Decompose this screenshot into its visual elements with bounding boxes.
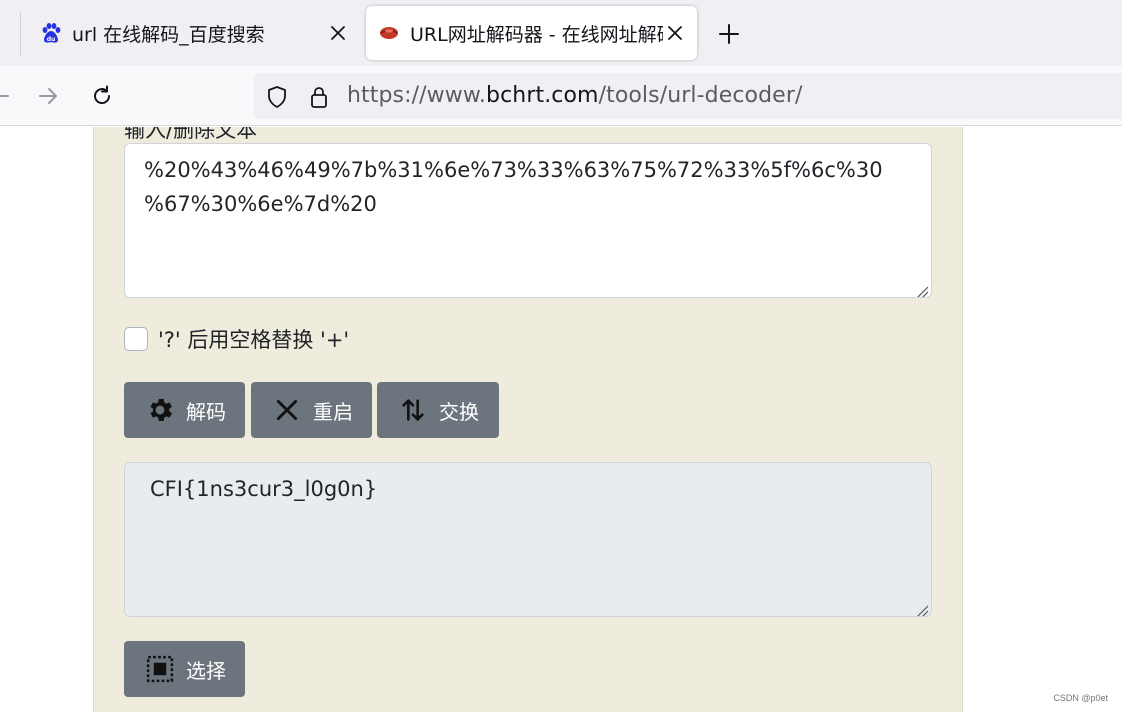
close-x-icon [271,394,303,426]
reset-button[interactable]: 重启 [251,382,372,438]
gear-icon [144,394,176,426]
resize-grip-icon[interactable] [911,277,929,297]
select-button[interactable]: 选择 [124,641,245,697]
close-tab-icon[interactable] [326,21,350,45]
output-text: CFI{1ns3cur3_l0g0n} [150,477,378,501]
space-replace-option[interactable]: '?' 后用空格替换 '+' [124,325,349,353]
page-content: 输入/删除文本 %20%43%46%49%7b%31%6e%73%33%63%7… [0,127,1122,712]
checkbox-label: '?' 后用空格替换 '+' [158,328,350,352]
tab-separator [20,12,21,56]
swap-label: 交换 [439,399,479,424]
url-domain: bchrt.com [486,83,599,108]
watermark: CSDN @p0et [1053,693,1108,703]
tab-baidu-search[interactable]: du url 在线解码_百度搜索 [24,6,360,60]
baidu-paw-icon: du [40,22,62,44]
swap-arrows-icon [397,394,429,426]
tab-url-decoder[interactable]: URL网址解码器 - 在线网址解码 [366,6,697,60]
url-text[interactable]: https://www.bchrt.com/tools/url-decoder/ [347,83,802,108]
tab-title: url 在线解码_百度搜索 [72,23,265,46]
tracking-shield-icon[interactable] [264,84,290,110]
reload-icon[interactable] [88,82,116,110]
address-bar[interactable]: https://www.bchrt.com/tools/url-decoder/ [254,73,1122,119]
select-label: 选择 [186,658,226,683]
decode-button[interactable]: 解码 [124,382,245,438]
url-path: /tools/url-decoder/ [598,83,803,108]
input-line: %20%43%46%49%7b%31%6e%73%33%63%75%72%33%… [144,158,883,182]
tab-bar: du url 在线解码_百度搜索 URL网址解码器 - 在线网址解码 [0,0,1122,66]
url-prefix: https://www. [347,83,487,108]
svg-text:du: du [47,36,56,43]
tab-title: URL网址解码器 - 在线网址解码 [410,23,663,46]
resize-grip-icon[interactable] [911,596,929,616]
input-line: %67%30%6e%7d%20 [144,192,377,216]
output-textarea[interactable]: CFI{1ns3cur3_l0g0n} [124,462,932,617]
select-all-icon [144,653,176,685]
reset-label: 重启 [313,399,353,424]
forward-arrow-icon[interactable] [34,82,62,110]
decode-label: 解码 [186,399,226,424]
close-tab-icon[interactable] [663,21,687,45]
decoder-panel: 输入/删除文本 %20%43%46%49%7b%31%6e%73%33%63%7… [93,127,963,712]
bchrt-lips-icon [378,22,400,44]
back-arrow-icon[interactable] [0,82,14,110]
input-label: 输入/删除文本 [124,127,258,142]
input-textarea[interactable]: %20%43%46%49%7b%31%6e%73%33%63%75%72%33%… [124,143,932,298]
navigation-bar: https://www.bchrt.com/tools/url-decoder/ [0,66,1122,126]
new-tab-plus-icon[interactable] [714,19,744,49]
swap-button[interactable]: 交换 [377,382,499,438]
space-replace-checkbox[interactable] [124,327,148,351]
lock-icon[interactable] [306,84,332,110]
